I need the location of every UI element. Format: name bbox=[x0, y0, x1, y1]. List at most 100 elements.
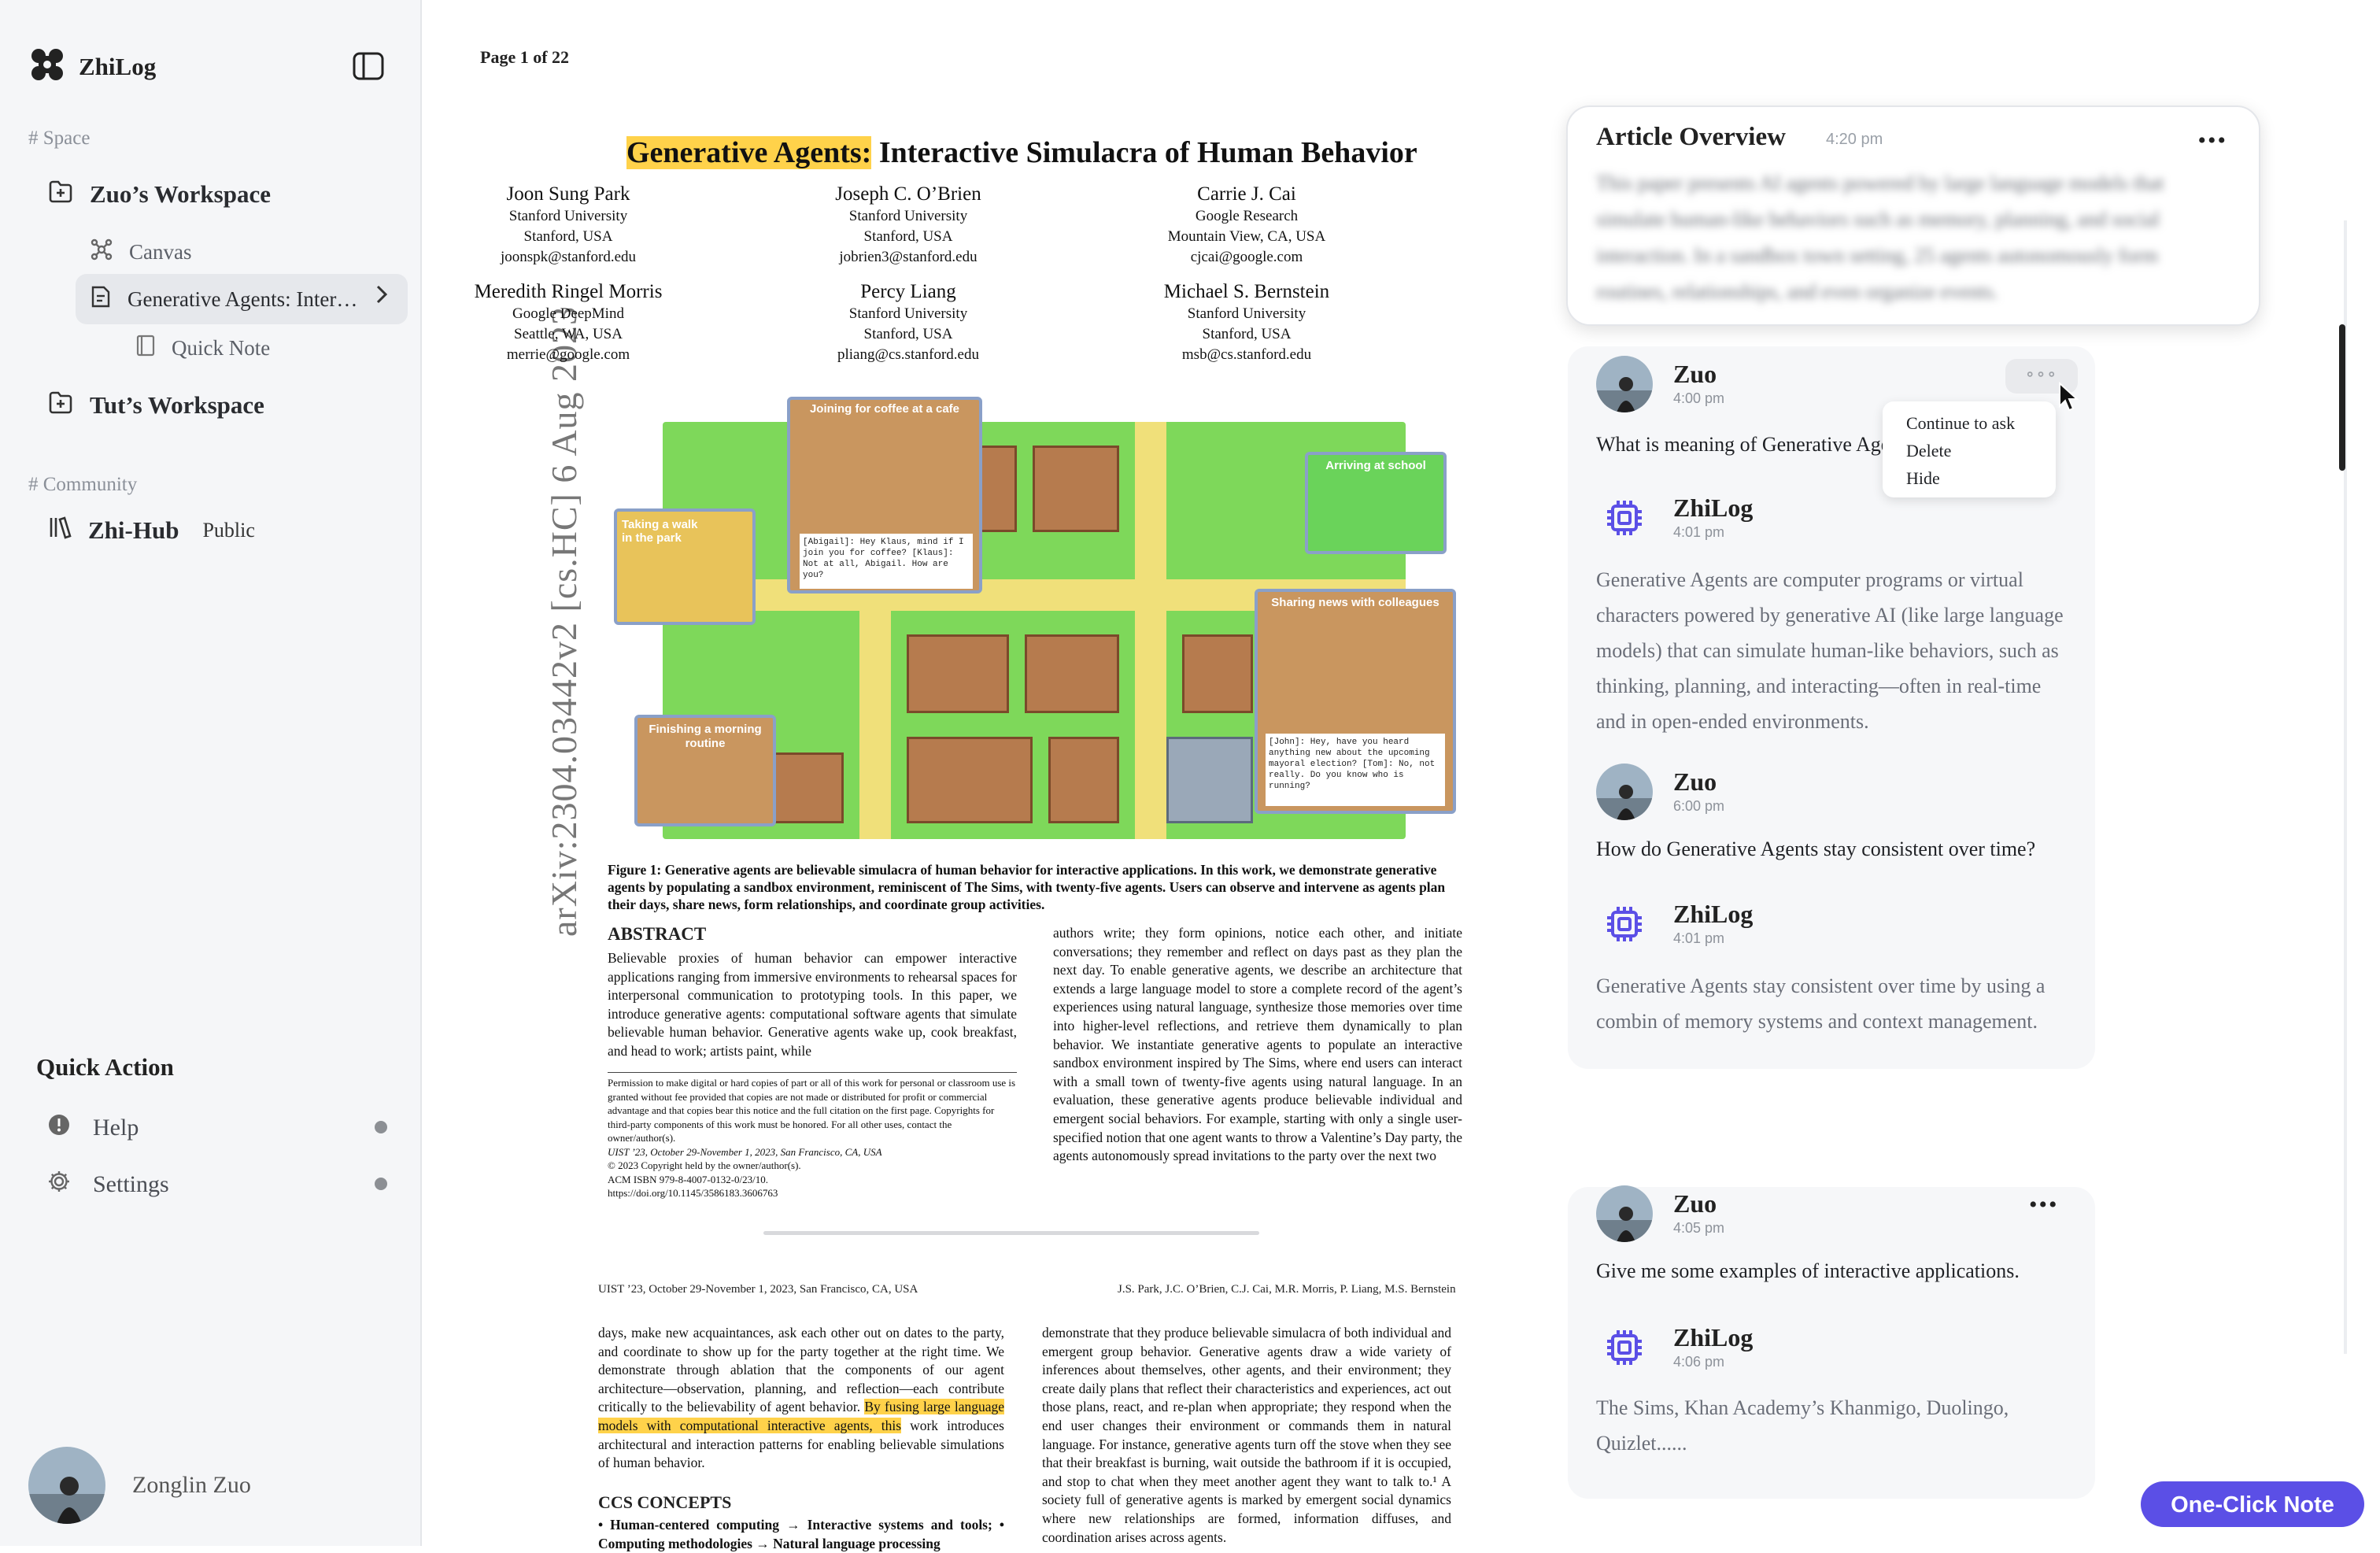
message-author: ZhiLog bbox=[1673, 494, 1754, 522]
author-affiliation: Google DeepMind bbox=[512, 305, 624, 322]
workspace-label: Tut’s Workspace bbox=[90, 391, 264, 419]
article-overview-card[interactable]: Article Overview 4:20 pm ••• This paper … bbox=[1566, 105, 2260, 326]
ccs-heading: CCS CONCEPTS bbox=[598, 1492, 732, 1512]
overview-more-button[interactable]: ••• bbox=[2197, 128, 2227, 154]
message-author: Zuo bbox=[1673, 1189, 1717, 1218]
sidebar-item-quick-note[interactable]: Quick Note bbox=[135, 334, 270, 363]
thread-2-more-button[interactable]: ••• bbox=[2029, 1192, 2059, 1218]
author-email: jobrien3@stanford.edu bbox=[839, 249, 978, 265]
overview-title: Article Overview bbox=[1596, 123, 1786, 151]
author-name: Meredith Ringel Morris bbox=[474, 281, 663, 302]
venue-text: UIST ’23, October 29-November 1, 2023, S… bbox=[608, 1145, 882, 1158]
map-building bbox=[1182, 634, 1253, 713]
message-time: 4:05 pm bbox=[1673, 1220, 1725, 1236]
sidebar-item-canvas[interactable]: Canvas bbox=[90, 238, 191, 267]
map-building bbox=[1033, 446, 1119, 532]
user-message-header: Zuo 4:00 pm bbox=[1596, 356, 1724, 412]
app-name: ZhiLog bbox=[79, 52, 157, 80]
author-affiliation: Stanford, USA bbox=[863, 326, 953, 342]
author-card: Joon Sung Park Stanford University Stanfor… bbox=[442, 183, 694, 268]
sidebar-item-zuo-workspace[interactable]: Zuo’s Workspace bbox=[47, 178, 271, 211]
sidebar-toggle-icon[interactable] bbox=[351, 49, 386, 83]
callout-dialog: [John]: Hey, have you heard anything new… bbox=[1266, 734, 1445, 806]
document-icon bbox=[90, 285, 112, 314]
sidebar: ZhiLog # Space Zuo’s Workspace Canvas Ge… bbox=[0, 0, 422, 1546]
sidebar-item-zhi-hub[interactable]: Zhi-Hub Public bbox=[47, 515, 255, 546]
avatar bbox=[28, 1447, 105, 1524]
author-affiliation: Stanford University bbox=[508, 208, 628, 224]
author-card: Carrie J. Cai Google Research Mountain Vie… bbox=[1121, 183, 1373, 268]
message-meta: ZhiLog 4:01 pm bbox=[1673, 494, 1753, 542]
menu-hide[interactable]: Hide bbox=[1883, 464, 2056, 492]
message-meta: Zuo 6:00 pm bbox=[1673, 767, 1724, 816]
author-affiliation: Mountain View, CA, USA bbox=[1167, 228, 1326, 245]
page-indicator: Page 1 of 22 bbox=[480, 47, 570, 67]
doi-link[interactable]: https://doi.org/10.1145/3586183.3606763 bbox=[608, 1186, 1017, 1200]
user-profile[interactable]: Zonglin Zuo bbox=[28, 1447, 251, 1524]
isbn-text: ACM ISBN 979-8-4007-0132-0/23/10. bbox=[608, 1173, 769, 1185]
one-click-note-button[interactable]: One-Click Note bbox=[2141, 1481, 2364, 1527]
brand[interactable]: ZhiLog bbox=[30, 47, 156, 86]
title-highlight[interactable]: Generative Agents: bbox=[626, 136, 872, 169]
overview-time: 4:20 pm bbox=[1826, 131, 1883, 148]
abstract-left-column: Believable proxies of human behavior can… bbox=[608, 950, 1017, 1059]
abstract-heading: ABSTRACT bbox=[608, 924, 707, 944]
sidebar-item-active-doc[interactable]: Generative Agents: Inter… bbox=[90, 285, 357, 314]
chat-scrollbar-thumb[interactable] bbox=[2339, 324, 2345, 471]
callout-title: Arriving at school bbox=[1325, 459, 1426, 472]
settings-button[interactable]: Settings bbox=[47, 1170, 169, 1200]
permission-block: Permission to make digital or hard copie… bbox=[608, 1072, 1017, 1200]
figure-caption: Figure 1: Generative agents are believab… bbox=[608, 862, 1446, 912]
map-building bbox=[1025, 634, 1119, 713]
avatar bbox=[1596, 764, 1653, 820]
space-section-label: # Space bbox=[28, 128, 91, 149]
title-rest: Interactive Simulacra of Human Behavior bbox=[871, 136, 1417, 169]
message-author: Zuo bbox=[1673, 360, 1717, 388]
author-affiliation: Stanford University bbox=[848, 305, 968, 322]
page2-right-column: demonstrate that they produce believable… bbox=[1042, 1325, 1451, 1545]
author-name: Joseph C. O’Brien bbox=[835, 183, 981, 205]
author-card: Percy Liang Stanford University Stanford, … bbox=[782, 280, 1034, 365]
author-email: pliang@cs.stanford.edu bbox=[837, 346, 979, 363]
message-meta: Zuo 4:05 pm bbox=[1673, 1189, 1724, 1238]
canvas-label: Canvas bbox=[129, 240, 192, 264]
callout-dialog: [Abigail]: Hey Klaus, mind if I join you… bbox=[800, 534, 973, 589]
sidebar-item-tut-workspace[interactable]: Tut’s Workspace bbox=[47, 389, 264, 422]
author-card: Meredith Ringel Morris Google DeepMind Sea… bbox=[442, 280, 694, 365]
map-road bbox=[1135, 422, 1166, 839]
author-affiliation: Seattle, WA, USA bbox=[514, 326, 623, 342]
hub-label: Zhi-Hub bbox=[88, 516, 179, 544]
zhilog-bot-icon bbox=[1596, 490, 1653, 546]
callout-title: Joining for coffee at a cafe bbox=[809, 402, 960, 416]
author-affiliation: Stanford University bbox=[848, 208, 968, 224]
user-name: Zonglin Zuo bbox=[132, 1472, 251, 1498]
help-label: Help bbox=[93, 1115, 139, 1141]
bot-answer: Generative Agents are computer programs … bbox=[1596, 568, 2064, 733]
callout-school: Arriving at school bbox=[1305, 452, 1447, 554]
avatar bbox=[1596, 1185, 1653, 1242]
map-building bbox=[1166, 737, 1253, 823]
page2-left-column: days, make new acquaintances, ask each o… bbox=[598, 1324, 1004, 1473]
abstract-right-column: authors write; they form opinions, notic… bbox=[1053, 925, 1463, 1164]
gear-icon bbox=[47, 1170, 71, 1200]
quick-note-label: Quick Note bbox=[172, 336, 271, 360]
help-button[interactable]: Help bbox=[47, 1113, 139, 1143]
permission-text: Permission to make digital or hard copie… bbox=[608, 1077, 1016, 1144]
callout-walk: Taking a walk in the park bbox=[614, 508, 756, 625]
avatar bbox=[1596, 356, 1653, 412]
message-meta: ZhiLog 4:06 pm bbox=[1673, 1323, 1753, 1372]
user-question: Give me some examples of interactive app… bbox=[1596, 1259, 2020, 1282]
running-head-left: UIST ’23, October 29-November 1, 2023, S… bbox=[598, 1283, 918, 1296]
user-message-header: Zuo 4:05 pm bbox=[1596, 1185, 1724, 1242]
menu-delete[interactable]: Delete bbox=[1883, 437, 2056, 464]
map-building bbox=[907, 737, 1033, 823]
callout-routine: Finishing a morning routine bbox=[634, 715, 776, 826]
author-email: merrie@google.com bbox=[506, 346, 630, 363]
bot-message-header: ZhiLog 4:06 pm bbox=[1596, 1319, 1753, 1376]
workspace-label: Zuo’s Workspace bbox=[90, 180, 271, 208]
author-card: Michael S. Bernstein Stanford University S… bbox=[1121, 280, 1373, 365]
settings-label: Settings bbox=[93, 1171, 169, 1197]
menu-continue-to-ask[interactable]: Continue to ask bbox=[1883, 409, 2056, 437]
chevron-right-icon[interactable] bbox=[373, 280, 390, 312]
callout-coffee: Joining for coffee at a cafe [Abigail]: … bbox=[787, 397, 982, 593]
